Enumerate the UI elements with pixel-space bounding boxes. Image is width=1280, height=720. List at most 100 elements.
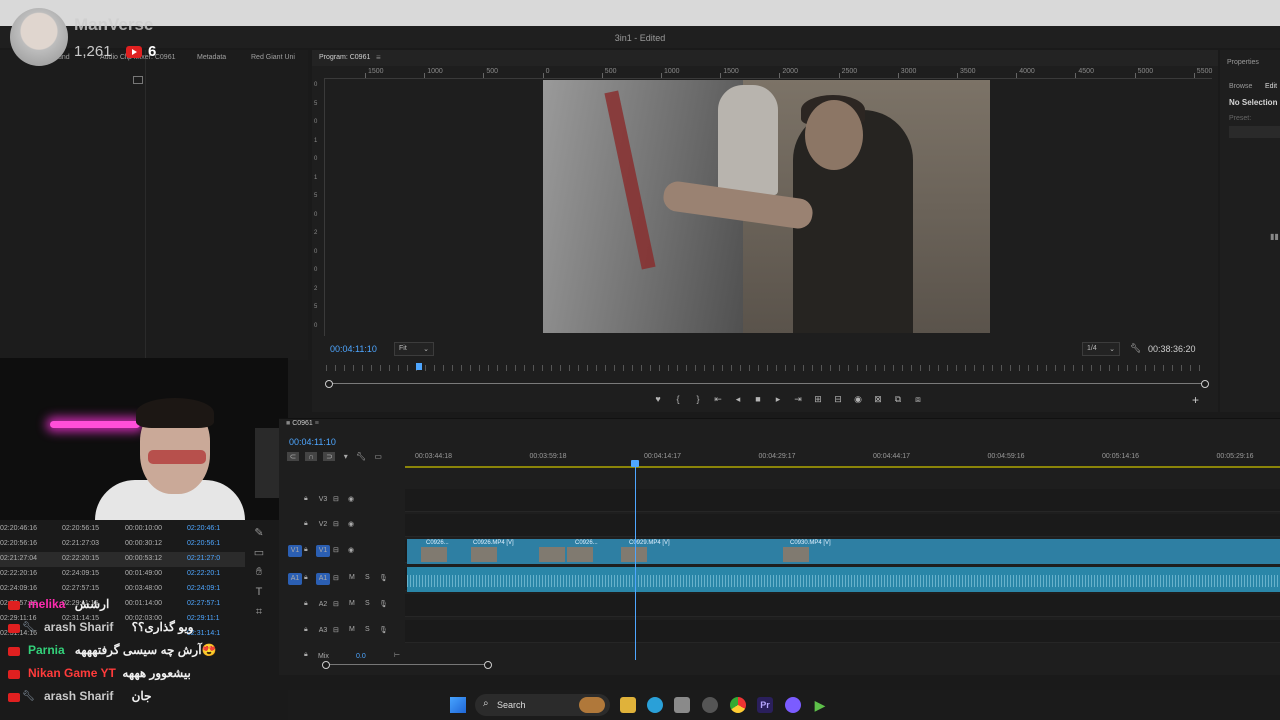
app-icon[interactable] <box>702 697 718 713</box>
clip-label[interactable]: C0926... <box>575 540 598 546</box>
microphone-icon[interactable]: 🎙︎ <box>379 574 388 582</box>
lock-icon[interactable]: 🔒︎ <box>304 574 308 582</box>
mix-end-icon[interactable]: ⊢ <box>394 651 400 659</box>
timeline-scroll-left[interactable] <box>322 661 330 669</box>
snap-icon[interactable]: ∩ <box>305 452 318 461</box>
fit-dropdown[interactable]: Fit ⌄ <box>394 342 434 356</box>
linked-selection-icon[interactable]: ⊃ <box>323 452 336 461</box>
track-lane[interactable] <box>405 514 1280 537</box>
edge-browser-icon[interactable] <box>647 697 663 713</box>
panel-menu-icon[interactable]: ≡ <box>315 420 319 427</box>
mute-button[interactable]: M <box>349 626 355 633</box>
zoom-handle-left[interactable] <box>325 380 333 388</box>
media-player-icon[interactable]: ▶ <box>812 697 828 713</box>
caption-tool-icon[interactable]: ⌗ <box>251 606 267 620</box>
transport-button-icon[interactable]: { <box>668 394 688 404</box>
captions-icon[interactable]: ▭ <box>374 452 382 461</box>
sync-lock-icon[interactable]: ⊟ <box>333 574 339 582</box>
sync-lock-icon[interactable]: ⊟ <box>333 495 339 503</box>
mute-button[interactable]: M <box>349 574 355 581</box>
clip-label[interactable]: C0926.MP4 [V] <box>473 540 514 546</box>
sync-lock-icon[interactable]: ⊟ <box>333 520 339 528</box>
transport-button-icon[interactable]: ◂ <box>728 394 748 405</box>
tab-red-giant[interactable]: Red Giant Uni <box>251 54 295 61</box>
timeline-ruler[interactable]: 00:03:44:18 00:03:59:18 00:04:14:17 00:04:2… <box>405 452 1280 466</box>
transport-button-icon[interactable]: ⧈ <box>908 394 928 405</box>
eye-icon[interactable]: ◉ <box>348 520 354 528</box>
lock-icon[interactable]: 🔒︎ <box>304 495 308 503</box>
chat-icon[interactable]: ▮▮ <box>1270 232 1279 241</box>
sync-lock-icon[interactable]: ⊟ <box>333 626 339 634</box>
source-patch[interactable] <box>288 599 302 611</box>
source-patch[interactable] <box>288 494 302 506</box>
eye-icon[interactable]: ◉ <box>348 546 354 554</box>
lock-icon[interactable]: 🔒︎ <box>304 651 308 659</box>
program-tab[interactable]: Program: C0961 <box>319 54 370 61</box>
premiere-pro-icon[interactable]: Pr <box>757 697 773 713</box>
transport-button-icon[interactable]: ⊠ <box>868 394 888 405</box>
transport-button-icon[interactable]: ◉ <box>848 394 868 405</box>
transport-button-icon[interactable]: ♥ <box>648 394 668 404</box>
wrench-icon[interactable]: 🔧︎ <box>1130 343 1141 354</box>
track-lane[interactable] <box>405 594 1280 617</box>
lock-icon[interactable]: 🔒︎ <box>304 600 308 608</box>
taskbar-search[interactable]: ⌕ Search <box>475 694 610 716</box>
sequence-tab[interactable]: ■ C0961 ≡ <box>286 420 319 427</box>
file-explorer-icon[interactable] <box>620 697 636 713</box>
transport-button-icon[interactable]: ⊞ <box>808 394 828 405</box>
clip-label[interactable]: C0930.MP4 [V] <box>790 540 831 546</box>
timeline-timecode[interactable]: 00:04:11:10 <box>289 437 336 447</box>
table-row[interactable]: 02:20:56:16 02:21:27:03 00:00:30:12 02:20:5… <box>0 537 245 552</box>
lock-icon[interactable]: 🔒︎ <box>304 546 308 554</box>
preset-dropdown[interactable] <box>1229 126 1280 138</box>
table-row[interactable]: 02:24:09:16 02:27:57:15 00:03:48:00 02:24:0… <box>0 582 245 597</box>
tab-metadata[interactable]: Metadata <box>197 54 226 61</box>
track-lane[interactable] <box>405 620 1280 643</box>
track-lane[interactable] <box>405 489 1280 512</box>
track-label[interactable]: V2 <box>316 519 330 531</box>
playhead-marker[interactable] <box>416 363 422 370</box>
video-clip-strip[interactable]: C0926... C0926.MP4 [V] C0926... C0929.MP4 [… <box>407 539 1280 564</box>
microphone-icon[interactable]: 🎙︎ <box>379 600 388 608</box>
store-icon[interactable] <box>674 697 690 713</box>
track-label[interactable]: A1 <box>316 573 330 585</box>
chrome-icon[interactable] <box>730 697 746 713</box>
transport-button-icon[interactable]: ■ <box>748 394 768 404</box>
source-patch[interactable] <box>288 519 302 531</box>
source-patch[interactable] <box>288 625 302 637</box>
quality-dropdown[interactable]: 1/4 ⌄ <box>1082 342 1120 356</box>
playhead-handle[interactable] <box>631 460 639 467</box>
tab-browse[interactable]: Browse <box>1229 83 1252 90</box>
track-label[interactable]: A3 <box>316 625 330 637</box>
table-row[interactable]: 02:22:20:16 02:24:09:15 00:01:49:00 02:22:2… <box>0 567 245 582</box>
transport-button-icon[interactable]: ▸ <box>768 394 788 405</box>
track-label[interactable]: V1 <box>316 545 330 557</box>
table-row[interactable]: 02:20:46:16 02:20:56:15 00:00:10:00 02:20:4… <box>0 522 245 537</box>
audio-clip-strip[interactable] <box>407 567 1280 592</box>
solo-button[interactable]: S <box>365 626 370 633</box>
eye-icon[interactable]: ◉ <box>348 495 354 503</box>
transport-button-icon[interactable]: ⧉ <box>888 394 908 405</box>
solo-button[interactable]: S <box>365 600 370 607</box>
track-label[interactable]: V3 <box>316 494 330 506</box>
program-zoom-scrollbar[interactable] <box>329 383 1205 384</box>
track-label[interactable]: A2 <box>316 599 330 611</box>
transport-button-icon[interactable]: ⇤ <box>708 394 728 405</box>
mute-button[interactable]: M <box>349 600 355 607</box>
tab-edit[interactable]: Edit <box>1265 83 1277 90</box>
discord-icon[interactable] <box>785 697 801 713</box>
windows-start-icon[interactable] <box>450 697 466 713</box>
work-area-bar[interactable] <box>405 466 1280 468</box>
nest-icon[interactable]: ⊂ <box>287 452 299 461</box>
transport-button-icon[interactable]: } <box>688 394 708 404</box>
microphone-icon[interactable]: 🎙︎ <box>379 626 388 634</box>
timeline-scroll-right[interactable] <box>484 661 492 669</box>
sync-lock-icon[interactable]: ⊟ <box>333 600 339 608</box>
hand-tool-icon[interactable]: ✋︎ <box>251 566 267 580</box>
panel-menu-icon[interactable]: ≡ <box>376 53 381 62</box>
sync-lock-icon[interactable]: ⊟ <box>333 546 339 554</box>
table-row[interactable]: 02:21:27:04 02:22:20:15 00:00:53:12 02:21:2… <box>0 552 245 567</box>
zoom-handle-right[interactable] <box>1201 380 1209 388</box>
source-patch[interactable]: V1 <box>288 545 302 557</box>
lock-icon[interactable]: 🔒︎ <box>304 520 308 528</box>
